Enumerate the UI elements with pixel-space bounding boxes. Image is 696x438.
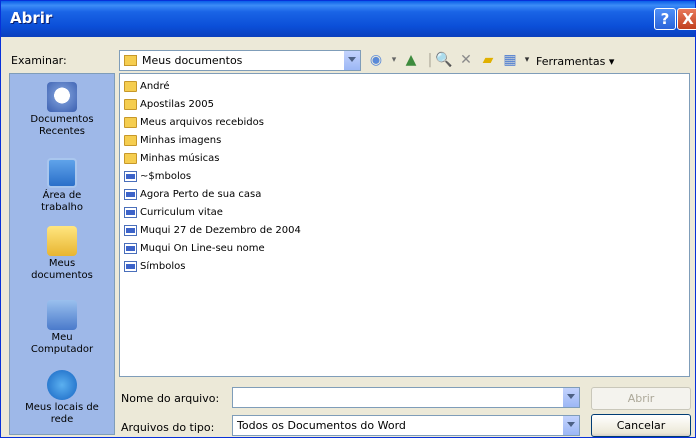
look-in-dropdown[interactable]: Meus documentos: [119, 50, 361, 71]
back-icon[interactable]: ◉: [367, 51, 385, 69]
chevron-down-icon[interactable]: [562, 416, 579, 435]
filetype-value: Todos os Documentos do Word: [237, 419, 406, 432]
file-item[interactable]: ~$mbolos: [124, 168, 191, 186]
place-label: Área de trabalho: [41, 190, 83, 213]
folder-item[interactable]: Minhas músicas: [124, 150, 220, 168]
place-label: Meu Computador: [30, 332, 94, 355]
file-item[interactable]: Símbolos: [124, 258, 185, 276]
desktop-icon: [47, 158, 77, 188]
place-recent-docs[interactable]: Documentos Recentes: [10, 82, 114, 138]
word-document-icon: [124, 224, 137, 236]
file-name: Símbolos: [140, 261, 186, 272]
word-document-icon: [124, 242, 137, 254]
recent-docs-icon: [47, 82, 77, 112]
folder-icon: [124, 98, 137, 110]
file-name: Apostilas 2005: [140, 99, 214, 110]
folder-icon: [124, 55, 137, 66]
help-button[interactable]: ?: [654, 8, 676, 30]
folder-icon: [124, 134, 137, 146]
my-documents-icon: [47, 226, 77, 256]
title-bar[interactable]: Abrir ? X: [1, 1, 696, 37]
tools-label: Ferramentas: [536, 55, 606, 68]
my-computer-icon: [47, 300, 77, 330]
close-button[interactable]: X: [677, 8, 696, 30]
place-label: Documentos Recentes: [30, 114, 94, 137]
place-desktop[interactable]: Área de trabalho: [10, 158, 114, 214]
filetype-label: Arquivos do tipo:: [121, 421, 215, 434]
filename-label: Nome do arquivo:: [121, 392, 220, 405]
file-name: Minhas músicas: [140, 153, 220, 164]
file-item[interactable]: Muqui On Line-seu nome: [124, 240, 265, 258]
place-network[interactable]: Meus locais de rede: [10, 370, 114, 426]
place-my-computer[interactable]: Meu Computador: [10, 300, 114, 356]
cancel-button[interactable]: Cancelar: [591, 414, 691, 437]
file-name: ~$mbolos: [140, 171, 192, 182]
word-document-icon: [124, 206, 137, 218]
folder-item[interactable]: Meus arquivos recebidos: [124, 114, 264, 132]
look-in-value: Meus documentos: [142, 54, 243, 67]
filetype-dropdown[interactable]: Todos os Documentos do Word: [232, 415, 580, 436]
folder-item[interactable]: André: [124, 78, 170, 96]
views-icon[interactable]: ▦: [501, 51, 519, 69]
file-name: André: [140, 81, 170, 92]
delete-icon[interactable]: ✕: [457, 51, 475, 69]
up-folder-icon[interactable]: ▲: [402, 51, 420, 69]
folder-item[interactable]: Minhas imagens: [124, 132, 221, 150]
word-document-icon: [124, 260, 137, 272]
search-web-icon[interactable]: 🔍: [435, 51, 453, 69]
file-list[interactable]: André Apostilas 2005 Meus arquivos recebid…: [119, 73, 690, 377]
chevron-down-icon[interactable]: [562, 388, 579, 407]
file-name: Muqui On Line-seu nome: [140, 243, 265, 254]
word-document-icon: [124, 170, 137, 182]
chevron-down-icon[interactable]: [343, 51, 360, 70]
new-folder-icon[interactable]: ▰: [479, 51, 497, 69]
place-my-documents[interactable]: Meus documentos: [10, 226, 114, 282]
file-name: Agora Perto de sua casa: [140, 189, 262, 200]
folder-icon: [124, 80, 137, 92]
network-icon: [47, 370, 77, 400]
places-bar: Documentos Recentes Área de trabalho Meu…: [9, 73, 115, 435]
folder-icon: [124, 152, 137, 164]
file-name: Curriculum vitae: [140, 207, 223, 218]
folder-item[interactable]: Apostilas 2005: [124, 96, 214, 114]
place-label: Meus documentos: [31, 258, 93, 281]
chevron-down-icon[interactable]: ▾: [518, 51, 536, 69]
chevron-down-icon[interactable]: ▾: [385, 51, 403, 69]
tools-menu-button[interactable]: Ferramentas ▾: [536, 55, 614, 68]
file-item[interactable]: Curriculum vitae: [124, 204, 223, 222]
folder-icon: [124, 116, 137, 128]
file-name: Minhas imagens: [140, 135, 222, 146]
window-title: Abrir: [10, 9, 53, 27]
file-name: Muqui 27 de Dezembro de 2004: [140, 225, 301, 236]
open-button[interactable]: Abrir: [591, 387, 691, 410]
file-name: Meus arquivos recebidos: [140, 117, 264, 128]
file-item[interactable]: Agora Perto de sua casa: [124, 186, 261, 204]
file-item[interactable]: Muqui 27 de Dezembro de 2004: [124, 222, 301, 240]
filename-field[interactable]: [232, 387, 580, 408]
look-in-label: Examinar:: [11, 54, 67, 67]
word-document-icon: [124, 188, 137, 200]
open-dialog: Abrir ? X Examinar: Meus documentos ◉ ▾ …: [0, 0, 696, 438]
place-label: Meus locais de rede: [25, 402, 99, 425]
